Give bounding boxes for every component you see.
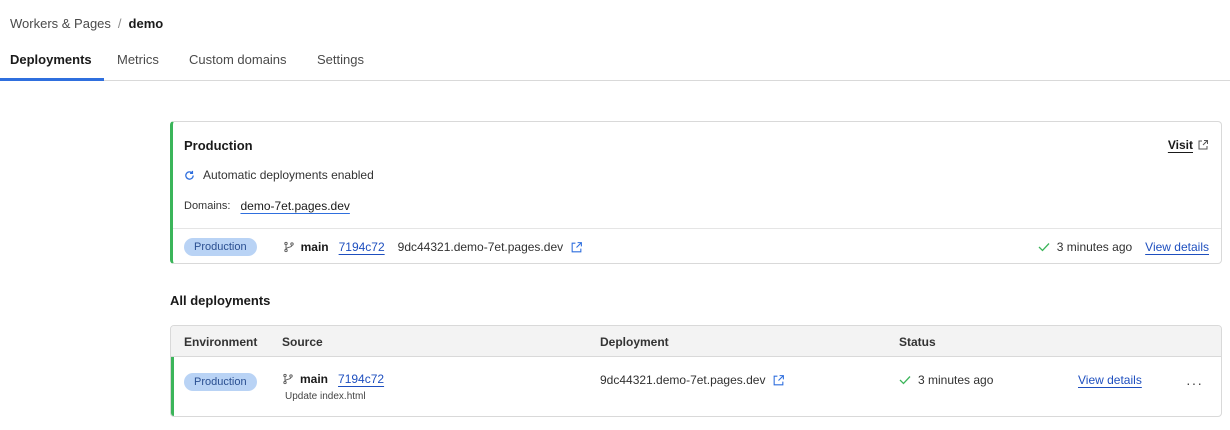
column-environment: Environment [184,335,258,349]
tab-custom-domains[interactable]: Custom domains [189,52,287,67]
domain-link[interactable]: demo-7et.pages.dev [240,199,349,213]
latest-status-group: 3 minutes ago View details [1038,240,1209,254]
breadcrumb-separator: / [117,16,122,31]
source-cell: main 7194c72 [282,372,384,386]
commit-link[interactable]: 7194c72 [338,372,384,386]
breadcrumb: Workers & Pages / demo [10,16,163,31]
breadcrumb-parent[interactable]: Workers & Pages [10,16,111,31]
external-link-icon [1198,140,1208,150]
git-branch-icon [283,241,294,253]
more-options-icon[interactable]: ··· [1186,375,1203,391]
status-cell: 3 minutes ago [899,373,993,387]
auto-deploy-text: Automatic deployments enabled [203,168,374,182]
deployment-cell: 9dc44321.demo-7et.pages.dev [600,373,785,387]
domains-label: Domains: [184,200,231,212]
table-row: Production main 7194c72 Update index.htm… [171,357,1221,416]
auto-deploy-status: Automatic deployments enabled [184,168,374,182]
latest-deployment-row: Production main 7194c72 9dc44321.demo-7e… [184,238,583,256]
all-deployments-title: All deployments [170,293,271,308]
tab-deployments[interactable]: Deployments [10,52,92,67]
production-title: Production [184,138,253,153]
deployment-url[interactable]: 9dc44321.demo-7et.pages.dev [398,240,563,254]
commit-message: Update index.html [285,391,366,402]
visit-label[interactable]: Visit [1168,138,1193,152]
external-link-icon[interactable] [570,241,583,254]
deployments-table: Environment Source Deployment Status Pro… [170,325,1222,417]
view-details-link[interactable]: View details [1145,240,1209,254]
column-deployment: Deployment [600,335,669,349]
branch-name: main [300,372,329,386]
active-tab-indicator [0,78,104,81]
environment-badge: Production [184,238,257,256]
external-link-icon[interactable] [772,374,785,387]
tab-settings[interactable]: Settings [317,52,364,67]
tab-bar: Deployments Metrics Custom domains Setti… [0,43,1230,81]
column-status: Status [899,335,936,349]
refresh-icon [185,170,194,180]
deployment-url[interactable]: 9dc44321.demo-7et.pages.dev [600,373,765,387]
branch-name: main [300,240,329,254]
divider [173,228,1221,229]
environment-badge: Production [184,373,257,391]
breadcrumb-current: demo [128,16,164,31]
view-details-link[interactable]: View details [1078,373,1142,387]
visit-link[interactable]: Visit [1168,138,1209,152]
commit-link[interactable]: 7194c72 [339,240,385,254]
check-icon [1038,243,1050,252]
table-header: Environment Source Deployment Status [171,326,1221,357]
domains-row: Domains: demo-7et.pages.dev [184,199,350,213]
tab-metrics[interactable]: Metrics [117,52,159,67]
status-text: 3 minutes ago [918,373,994,387]
check-icon [899,376,911,385]
production-card: Production Visit Automatic deployments e… [170,121,1222,264]
column-source: Source [282,335,323,349]
git-branch-icon [283,373,293,385]
status-text: 3 minutes ago [1056,240,1133,254]
